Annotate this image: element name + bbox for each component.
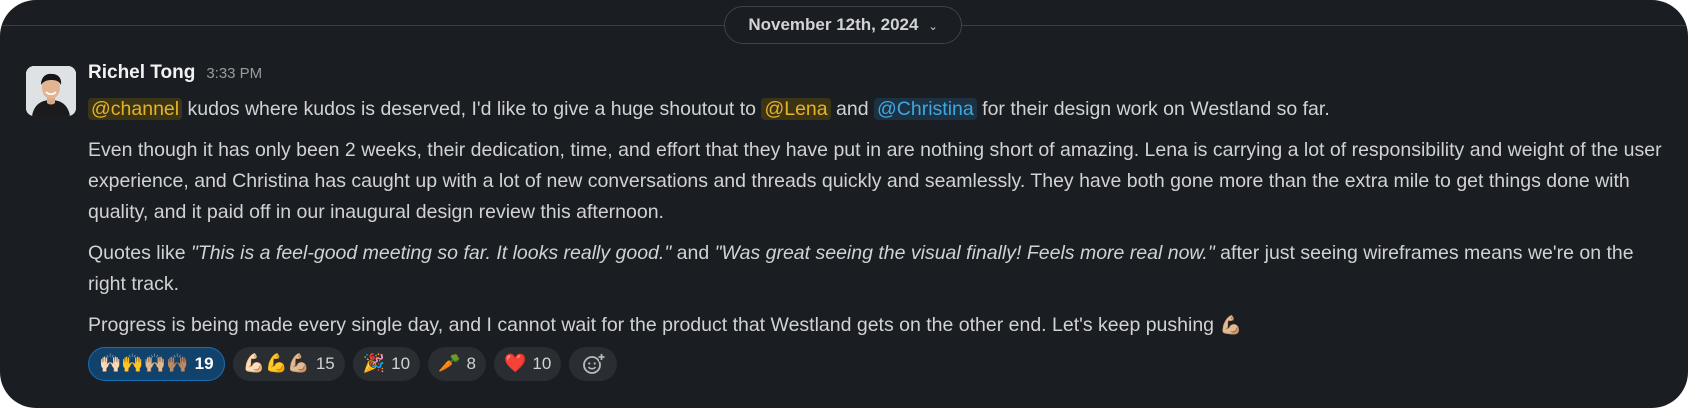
date-label: November 12th, 2024: [748, 15, 919, 34]
author-name[interactable]: Richel Tong: [88, 62, 195, 84]
date-divider-button[interactable]: November 12th, 2024 ⌄: [724, 6, 962, 44]
avatar[interactable]: [26, 66, 76, 116]
reaction-party-popper[interactable]: 🎉 10: [352, 347, 421, 381]
paragraph-text: for their design work on Westland so far…: [976, 98, 1330, 120]
reaction-heart[interactable]: ❤️ 10: [493, 347, 562, 381]
quote-2: "Was great seeing the visual finally! Fe…: [714, 242, 1215, 264]
paragraph-text: kudos where kudos is deserved, I'd like …: [182, 98, 762, 120]
reaction-flexed-biceps[interactable]: 💪🏻💪💪🏼 15: [232, 347, 345, 381]
party-popper-emoji: 🎉: [362, 353, 386, 374]
message-paragraph-1: @channel kudos where kudos is deserved, …: [88, 94, 1668, 125]
raised-hands-emoji: 🙌🏻🙌🙌🏼🙌🏽: [99, 353, 189, 374]
reaction-count: 10: [532, 354, 552, 373]
paragraph-text: Progress is being made every single day,…: [88, 314, 1220, 336]
paragraph-text: and: [671, 242, 715, 264]
flexed-biceps-emoji: 💪🏻💪💪🏼: [242, 353, 310, 374]
message-header: Richel Tong 3:33 PM: [88, 62, 1668, 92]
reaction-count: 15: [315, 354, 335, 373]
message-timestamp[interactable]: 3:33 PM: [206, 65, 262, 82]
add-reaction-button[interactable]: [569, 347, 618, 381]
reaction-carrot[interactable]: 🥕 8: [428, 347, 486, 381]
channel-mention[interactable]: @channel: [88, 98, 183, 120]
reaction-count: 19: [194, 354, 214, 373]
red-heart-emoji: ❤️: [503, 353, 527, 374]
reaction-raised-hands[interactable]: 🙌🏻🙌🙌🏼🙌🏽 19: [88, 347, 225, 381]
add-emoji-icon: [583, 353, 605, 374]
message: Richel Tong 3:33 PM @channel kudos where…: [88, 62, 1668, 381]
message-paragraph-2: Even though it has only been 2 weeks, th…: [88, 139, 1662, 223]
user-mention-lena[interactable]: @Lena: [761, 98, 831, 120]
chevron-down-icon: ⌄: [928, 20, 938, 33]
quote-1: "This is a feel-good meeting so far. It …: [190, 242, 672, 264]
paragraph-text: Quotes like: [88, 242, 191, 264]
message-paragraph-4: Progress is being made every single day,…: [88, 310, 1668, 341]
carrot-emoji: 🥕: [438, 353, 461, 374]
message-paragraph-3: Quotes like "This is a feel-good meeting…: [88, 238, 1668, 300]
user-mention-christina[interactable]: @Christina: [874, 98, 977, 120]
reactions-bar: 🙌🏻🙌🙌🏼🙌🏽 19 💪🏻💪💪🏼 15 🎉 10 🥕 8 ❤️ 10: [88, 347, 1668, 381]
avatar-image: [26, 66, 76, 116]
message-panel: November 12th, 2024 ⌄ Richel Tong 3:33 P…: [0, 0, 1688, 408]
reaction-count: 10: [391, 354, 411, 373]
flexed-biceps-emoji: 💪🏼: [1219, 315, 1242, 336]
reaction-count: 8: [466, 354, 476, 373]
paragraph-text: and: [830, 98, 874, 120]
